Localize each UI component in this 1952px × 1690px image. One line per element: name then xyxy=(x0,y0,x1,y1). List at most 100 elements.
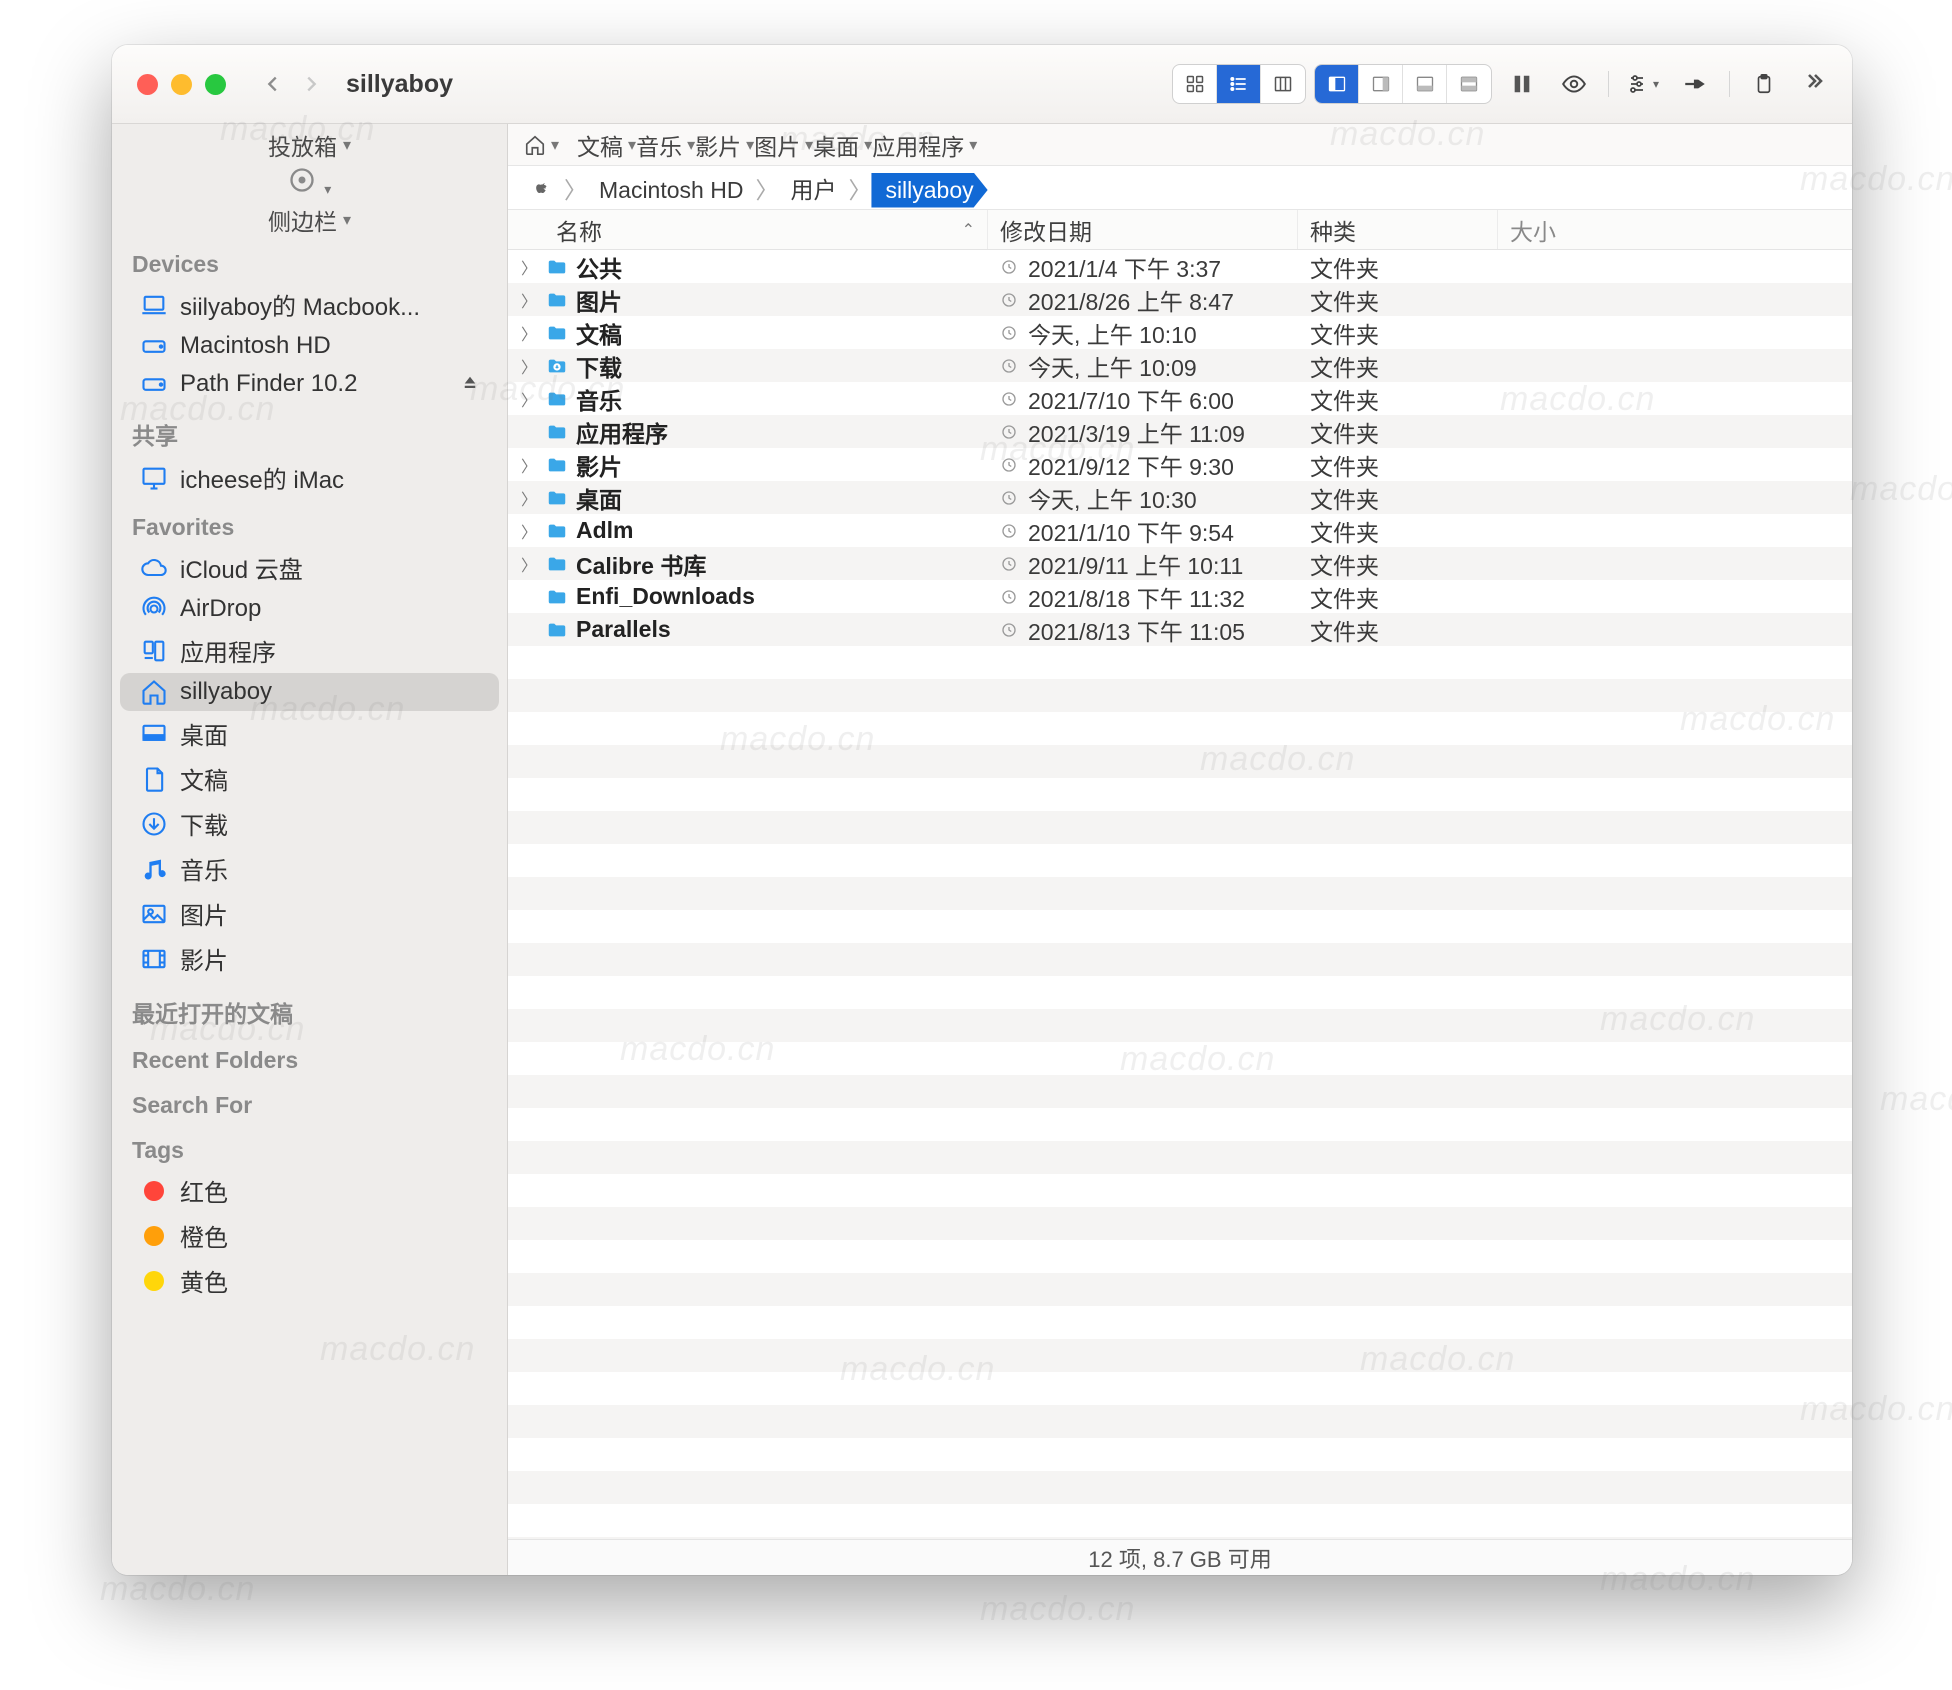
disclosure-icon[interactable]: 〉 xyxy=(520,486,538,510)
disclosure-icon[interactable]: 〉 xyxy=(520,519,538,543)
sidebar-item[interactable]: AirDrop xyxy=(120,590,499,628)
clock-icon xyxy=(1000,357,1020,375)
path-crumb[interactable]: 用户 xyxy=(780,168,846,208)
view-column-button[interactable] xyxy=(1261,65,1305,103)
sidebar-item[interactable]: icheese的 iMac xyxy=(120,455,499,500)
watermark-text: macdo.cn xyxy=(980,1590,1135,1629)
view-icon-button[interactable] xyxy=(1173,65,1217,103)
col-name-header[interactable]: 名称 ⌃ xyxy=(508,210,988,249)
favbar-item[interactable]: 音乐▾ xyxy=(636,128,695,162)
file-row[interactable]: 〉 影片 2021/9/12 下午 9:30 文件夹 xyxy=(508,448,1852,481)
sidebar-item[interactable]: sillyaboy xyxy=(120,673,499,711)
file-kind: 文件夹 xyxy=(1310,487,1379,513)
burn-icon[interactable]: ▾ xyxy=(112,166,507,199)
clock-icon xyxy=(1000,423,1020,441)
file-row[interactable]: 〉 图片 2021/8/26 上午 8:47 文件夹 xyxy=(508,283,1852,316)
sidebar-item[interactable]: 图片 xyxy=(120,891,499,936)
file-row[interactable]: 〉 下载 今天, 上午 10:09 文件夹 xyxy=(508,349,1852,382)
folder-icon xyxy=(544,586,570,608)
favbar-item[interactable]: 桌面▾ xyxy=(813,128,872,162)
favbar-home-icon[interactable]: ▾ xyxy=(524,134,559,156)
sidebar-item[interactable]: 应用程序 xyxy=(120,628,499,673)
crumb-label: 用户 xyxy=(790,171,836,205)
folder-icon xyxy=(544,388,570,410)
sidebar-toggle[interactable]: 侧边栏 ▾ xyxy=(112,203,507,237)
path-crumb[interactable]: sillyaboy xyxy=(871,173,987,208)
sidebar-item-label: AirDrop xyxy=(180,595,261,623)
folder-icon xyxy=(544,256,570,278)
panel-bottom-button[interactable] xyxy=(1403,65,1447,103)
laptop-icon xyxy=(140,291,168,319)
sidebar-item[interactable]: Macintosh HD xyxy=(120,327,499,365)
sidebar-item[interactable]: 黄色 xyxy=(120,1258,499,1303)
action-button[interactable] xyxy=(1673,65,1717,103)
favbar-item[interactable]: 影片▾ xyxy=(695,128,754,162)
minimize-button[interactable] xyxy=(171,74,192,95)
disclosure-icon[interactable]: 〉 xyxy=(520,552,538,576)
crumb-apple-icon[interactable] xyxy=(522,175,562,201)
toolbar-overflow-button[interactable] xyxy=(1802,69,1826,100)
arrange-button[interactable]: ▾ xyxy=(1621,65,1665,103)
dual-pane-button[interactable] xyxy=(1500,65,1544,103)
zoom-button[interactable] xyxy=(205,74,226,95)
file-name: 公共 xyxy=(576,250,622,284)
file-name: Calibre 书库 xyxy=(576,547,706,581)
disclosure-icon[interactable]: 〉 xyxy=(520,255,538,279)
disclosure-icon[interactable]: 〉 xyxy=(520,321,538,345)
file-list[interactable]: 〉 公共 2021/1/4 下午 3:37 文件夹 〉 图片 2021/8/26… xyxy=(508,250,1852,1539)
quicklook-button[interactable] xyxy=(1552,65,1596,103)
disclosure-icon[interactable]: 〉 xyxy=(520,288,538,312)
sidebar-item[interactable]: siilyaboy的 Macbook... xyxy=(120,282,499,327)
sidebar-item[interactable]: 桌面 xyxy=(120,711,499,756)
sidebar-item[interactable]: 红色 xyxy=(120,1168,499,1213)
forward-button[interactable] xyxy=(292,65,330,103)
file-row[interactable]: 〉 桌面 今天, 上午 10:30 文件夹 xyxy=(508,481,1852,514)
sidebar-dropbox[interactable]: 投放箱 ▾ xyxy=(112,128,507,162)
disclosure-icon[interactable]: 〉 xyxy=(520,354,538,378)
sidebar-right-button[interactable] xyxy=(1359,65,1403,103)
col-kind-header[interactable]: 种类 xyxy=(1298,210,1498,249)
favbar-label: 桌面 xyxy=(813,128,859,162)
file-row[interactable]: 应用程序 2021/3/19 上午 11:09 文件夹 xyxy=(508,415,1852,448)
back-button[interactable] xyxy=(254,65,292,103)
file-row[interactable]: 〉 Adlm 2021/1/10 下午 9:54 文件夹 xyxy=(508,514,1852,547)
col-size-header[interactable]: 大小 xyxy=(1498,213,1852,247)
sidebar-item-label: 影片 xyxy=(180,941,228,976)
folder-icon xyxy=(544,322,570,344)
path-crumb[interactable]: Macintosh HD xyxy=(589,174,753,207)
view-list-button[interactable] xyxy=(1217,65,1261,103)
file-row[interactable]: Enfi_Downloads 2021/8/18 下午 11:32 文件夹 xyxy=(508,580,1852,613)
clipboard-button[interactable] xyxy=(1742,65,1786,103)
disclosure-icon[interactable]: 〉 xyxy=(520,453,538,477)
file-row[interactable]: 〉 公共 2021/1/4 下午 3:37 文件夹 xyxy=(508,250,1852,283)
file-row[interactable]: 〉 文稿 今天, 上午 10:10 文件夹 xyxy=(508,316,1852,349)
favbar-item[interactable]: 图片▾ xyxy=(754,128,813,162)
sidebar-item[interactable]: Path Finder 10.2 xyxy=(120,365,499,403)
file-name: 下载 xyxy=(576,349,622,383)
file-date: 今天, 上午 10:09 xyxy=(1028,349,1197,383)
favbar-item[interactable]: 文稿▾ xyxy=(577,128,636,162)
sidebar-item[interactable]: 音乐 xyxy=(120,846,499,891)
sidebar-item-label: siilyaboy的 Macbook... xyxy=(180,287,420,322)
disclosure-icon[interactable]: 〉 xyxy=(520,387,538,411)
col-date-header[interactable]: 修改日期 xyxy=(988,210,1298,249)
file-row[interactable]: 〉 Calibre 书库 2021/9/11 上午 10:11 文件夹 xyxy=(508,547,1852,580)
clock-icon xyxy=(1000,456,1020,474)
sidebar-item[interactable]: 橙色 xyxy=(120,1213,499,1258)
sidebar-item[interactable]: 下载 xyxy=(120,801,499,846)
close-button[interactable] xyxy=(137,74,158,95)
sidebar-item[interactable]: 影片 xyxy=(120,936,499,981)
favbar-item[interactable]: 应用程序▾ xyxy=(872,128,977,162)
eject-icon[interactable] xyxy=(461,370,479,398)
chevron-down-icon: ▾ xyxy=(746,135,754,155)
file-date: 2021/9/12 下午 9:30 xyxy=(1028,448,1234,482)
sidebar-left-button[interactable] xyxy=(1315,65,1359,103)
file-row[interactable]: Parallels 2021/8/13 下午 11:05 文件夹 xyxy=(508,613,1852,646)
file-kind: 文件夹 xyxy=(1310,586,1379,612)
sidebar-item[interactable]: iCloud 云盘 xyxy=(120,545,499,590)
panel-stack-button[interactable] xyxy=(1447,65,1491,103)
sidebar-item[interactable]: 文稿 xyxy=(120,756,499,801)
col-kind-label: 种类 xyxy=(1310,213,1356,247)
file-row[interactable]: 〉 音乐 2021/7/10 下午 6:00 文件夹 xyxy=(508,382,1852,415)
music-icon xyxy=(140,855,168,883)
